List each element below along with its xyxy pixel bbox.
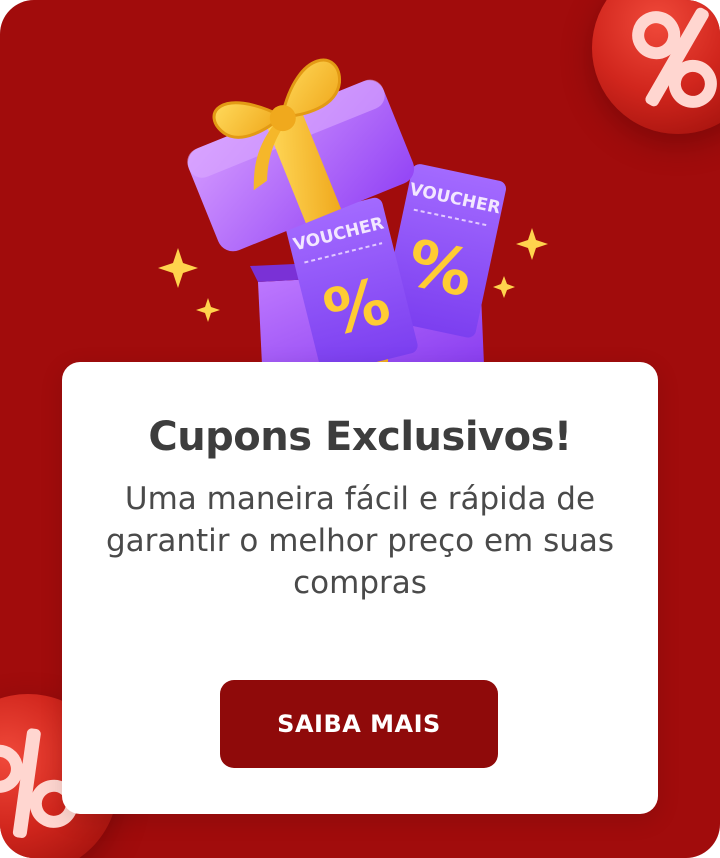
- gift-box-icon: VOUCHER % VOUCHER %: [158, 58, 548, 374]
- percent-bubble-icon: [592, 0, 720, 134]
- card-title: Cupons Exclusivos!: [148, 414, 572, 460]
- coupon-info-card: Cupons Exclusivos! Uma maneira fácil e r…: [62, 362, 658, 814]
- saiba-mais-button[interactable]: SAIBA MAIS: [220, 680, 498, 768]
- card-description: Uma maneira fácil e rápida de garantir o…: [105, 481, 615, 601]
- coupons-banner: VOUCHER % VOUCHER % Cupons Exclusivos! U…: [0, 0, 720, 858]
